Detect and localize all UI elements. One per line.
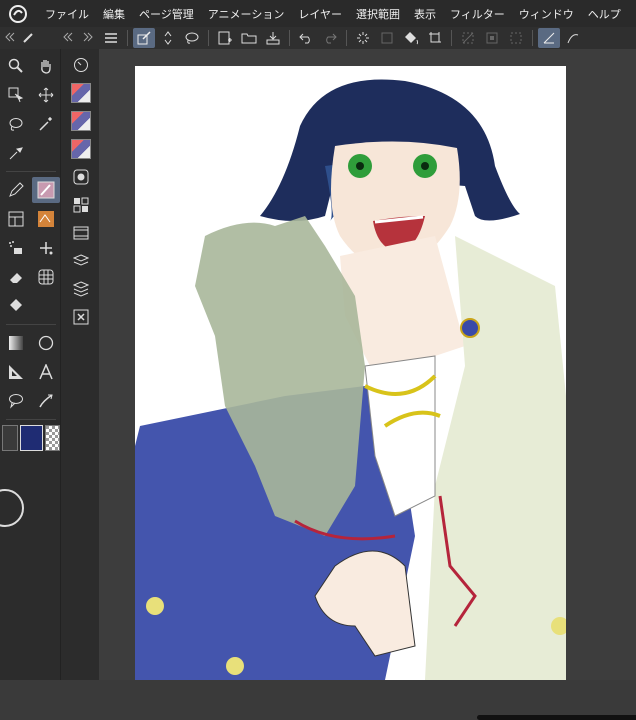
transform-icon[interactable] xyxy=(424,28,446,48)
panel-header xyxy=(0,27,99,50)
object-select-icon[interactable] xyxy=(2,82,30,108)
zoom-tool-icon[interactable] xyxy=(2,53,30,79)
brush-tab-icon[interactable] xyxy=(22,32,40,44)
toolbar-divider xyxy=(532,30,533,46)
panel-divider xyxy=(6,419,56,420)
toolbar-divider xyxy=(346,30,347,46)
sidebar-toggle-button[interactable] xyxy=(0,489,24,527)
correction-line-icon[interactable] xyxy=(32,388,60,414)
menu-page-management[interactable]: ページ管理 xyxy=(132,6,201,22)
open-folder-icon[interactable] xyxy=(238,28,260,48)
pen-tool-icon[interactable] xyxy=(2,177,30,203)
eraser-icon[interactable] xyxy=(2,264,30,290)
deselect-icon[interactable] xyxy=(457,28,479,48)
material-thumbnail-icon[interactable] xyxy=(67,109,95,133)
menu-view[interactable]: 表示 xyxy=(407,6,443,22)
workspace xyxy=(99,49,636,720)
invert-selection-icon[interactable] xyxy=(481,28,503,48)
menu-layer[interactable]: レイヤー xyxy=(291,6,349,22)
save-icon[interactable] xyxy=(262,28,284,48)
canvas-scrollbar[interactable] xyxy=(477,715,636,720)
eyedropper-icon[interactable] xyxy=(2,140,30,166)
lasso-tool-icon[interactable] xyxy=(2,111,30,137)
menu-filter[interactable]: フィルター xyxy=(443,6,512,22)
frame-tool-icon[interactable] xyxy=(2,206,30,232)
undo-icon[interactable] xyxy=(295,28,317,48)
gradient-tool-icon[interactable] xyxy=(2,330,30,356)
layer-property-icon[interactable] xyxy=(67,249,95,273)
sparkle-tool-icon[interactable] xyxy=(32,235,60,261)
decoration-tool-icon[interactable] xyxy=(32,206,60,232)
main-color-chip[interactable] xyxy=(19,425,44,451)
loading-spinner-icon[interactable] xyxy=(352,28,374,48)
ruler-tool-icon[interactable] xyxy=(2,359,30,385)
material-thumbnail-icon[interactable] xyxy=(67,137,95,161)
panel-divider xyxy=(6,171,56,172)
lasso-icon[interactable] xyxy=(181,28,203,48)
ellipse-tool-icon[interactable] xyxy=(32,330,60,356)
menu-edit[interactable]: 編集 xyxy=(96,6,132,22)
panel-divider xyxy=(6,324,56,325)
color-set-icon[interactable] xyxy=(67,193,95,217)
toolbar-divider xyxy=(208,30,209,46)
menu-icon[interactable] xyxy=(100,28,122,48)
collapse-left-icon[interactable] xyxy=(62,31,74,43)
toolbar-divider xyxy=(289,30,290,46)
ruler-snap-icon[interactable] xyxy=(538,28,560,48)
expand-right-icon[interactable] xyxy=(82,31,94,43)
selection-border-icon[interactable] xyxy=(505,28,527,48)
edit-mode-icon[interactable] xyxy=(133,28,155,48)
new-canvas-icon[interactable] xyxy=(214,28,236,48)
color-chips xyxy=(2,425,60,451)
sub-color-chip[interactable] xyxy=(2,425,18,451)
character-illustration xyxy=(135,79,566,680)
curve-snap-icon[interactable] xyxy=(562,28,584,48)
balloon-tool-icon[interactable] xyxy=(2,388,30,414)
toolbar-divider xyxy=(451,30,452,46)
menu-help[interactable]: ヘルプ xyxy=(581,6,628,22)
hand-tool-icon[interactable] xyxy=(32,53,60,79)
layers-icon[interactable] xyxy=(67,277,95,301)
transparent-color-chip[interactable] xyxy=(45,425,60,451)
sub-tool-panel xyxy=(60,49,100,680)
command-bar xyxy=(99,27,636,50)
redo-icon[interactable] xyxy=(319,28,341,48)
menu-animation[interactable]: アニメーション xyxy=(201,6,292,22)
up-down-arrows-icon[interactable] xyxy=(157,28,179,48)
menu-bar: ファイル 編集 ページ管理 アニメーション レイヤー 選択範囲 表示 フィルター… xyxy=(0,0,636,28)
timeline-icon[interactable] xyxy=(67,221,95,245)
menu-file[interactable]: ファイル xyxy=(38,6,96,22)
brush-tool-icon[interactable] xyxy=(32,177,60,203)
app-logo-icon[interactable] xyxy=(8,4,28,24)
magic-wand-icon[interactable] xyxy=(32,111,60,137)
empty-slot xyxy=(32,140,60,166)
menu-selection[interactable]: 選択範囲 xyxy=(349,6,407,22)
airbrush-icon[interactable] xyxy=(2,235,30,261)
fill-tool-icon[interactable] xyxy=(2,293,30,319)
text-tool-icon[interactable] xyxy=(32,359,60,385)
color-circle-icon[interactable] xyxy=(67,165,95,189)
drawing-canvas[interactable] xyxy=(135,66,566,680)
move-tool-icon[interactable] xyxy=(32,82,60,108)
tool-panel xyxy=(0,49,60,680)
toolbar-divider xyxy=(127,30,128,46)
collapse-left-icon[interactable] xyxy=(4,31,16,43)
navigator-icon[interactable] xyxy=(67,53,95,77)
empty-slot xyxy=(32,293,60,319)
menu-window[interactable]: ウィンドウ xyxy=(512,6,581,22)
close-panel-icon[interactable] xyxy=(67,305,95,329)
fill-bucket-icon[interactable] xyxy=(400,28,422,48)
clear-icon[interactable] xyxy=(376,28,398,48)
material-thumbnail-icon[interactable] xyxy=(67,81,95,105)
grid-tool-icon[interactable] xyxy=(32,264,60,290)
